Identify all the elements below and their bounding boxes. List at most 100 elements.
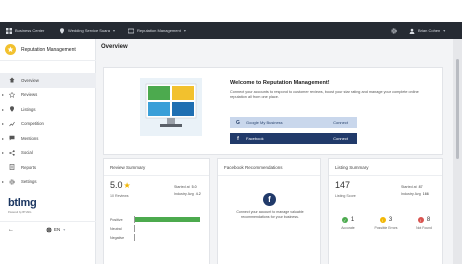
chevron-down-icon: ▾ [63, 227, 66, 232]
warning-icon: ! [379, 217, 386, 223]
sidebar-menu: Overview ▸ Reviews ▸ Listings ▸ Competit… [0, 73, 96, 189]
chat-icon [9, 135, 15, 141]
sentiment-row-neutral: Neutral [110, 225, 206, 232]
pin-icon [9, 106, 15, 113]
main-content: Overview Welcome to Reputation Managemen… [96, 39, 453, 264]
sidebar-item-social[interactable]: ▸ Social [0, 146, 96, 161]
sentiment-label: Positive [110, 217, 123, 222]
product-selector[interactable]: Reputation Management ▾ [128, 22, 186, 39]
business-center-link[interactable]: Business Center [6, 22, 44, 39]
card-title: Listing Summary [335, 165, 369, 170]
sidebar-item-mentions[interactable]: ▸ Mentions [0, 131, 96, 146]
location-selector[interactable]: Wedding Service Suara ▾ [59, 22, 115, 39]
card-title: Facebook Recommendations [224, 165, 283, 170]
sidebar-item-label: Social [21, 150, 33, 156]
connect-google-button[interactable]: G Google My Business Connect [230, 117, 357, 128]
stat-value: 166 [422, 192, 429, 196]
monitor-dashboard-illustration [140, 78, 202, 136]
listing-score-label: Listing Score [335, 194, 356, 198]
stat-label: Started at [401, 185, 417, 189]
chevron-right-icon: ▸ [2, 179, 5, 185]
axis-tick [134, 234, 135, 241]
chevron-down-icon: ▾ [112, 28, 115, 33]
language-selector[interactable]: EN ▾ [46, 226, 66, 233]
error-icon: ! [417, 217, 424, 223]
facebook-label: Facebook [246, 136, 264, 141]
metric-not-found[interactable]: ! 8 Not Found [407, 217, 441, 230]
user-menu[interactable]: Brian Cohen ▾ [409, 22, 445, 39]
stat-value: 4.2 [195, 192, 201, 196]
listing-summary-card[interactable]: Listing Summary 147 Listing Score Starte… [328, 158, 443, 264]
sidebar-item-settings[interactable]: ▸ Settings [0, 175, 96, 190]
user-name: Brian Cohen [418, 28, 441, 33]
sidebar-item-label: Listings [21, 106, 36, 112]
started-at-stat: Started at 87 [401, 185, 423, 189]
facebook-recommendations-card[interactable]: Facebook Recommendations f Connect your … [217, 158, 321, 264]
sidebar-title: Reputation Management [21, 46, 76, 53]
page-title: Overview [101, 44, 128, 50]
sidebar-item-reports[interactable]: Reports [0, 160, 96, 175]
google-connect-label: Connect [333, 120, 348, 125]
sentiment-row-negative: Negative [110, 234, 206, 241]
sidebar-item-listings[interactable]: ▸ Listings [0, 102, 96, 117]
chevron-right-icon: ▸ [2, 106, 5, 112]
chevron-right-icon: ▸ [2, 121, 5, 127]
settings-button[interactable] [391, 22, 400, 39]
axis-tick [134, 216, 135, 223]
review-score: 5.0 ★ [110, 180, 131, 190]
sidebar-item-reviews[interactable]: ▸ Reviews [0, 88, 96, 103]
sidebar-item-label: Reviews [21, 92, 38, 98]
chevron-right-icon: ▸ [2, 92, 5, 98]
grid-icon [6, 27, 12, 34]
stat-label: Industry Avg [174, 192, 194, 196]
stat-label: Started at [174, 185, 190, 189]
facebook-connect-label: Connect [333, 136, 348, 141]
metric-value: 1 [350, 217, 355, 223]
metric-possible-errors[interactable]: ! 3 Possible Errors [369, 217, 403, 230]
sidebar-item-label: Overview [21, 77, 39, 83]
sidebar-item-label: Mentions [21, 135, 39, 141]
sentiment-row-positive: Positive [110, 216, 206, 223]
connect-facebook-button[interactable]: f Facebook Connect [230, 133, 357, 144]
language-label: EN [54, 227, 61, 232]
back-arrow-icon[interactable]: ← [8, 227, 14, 233]
star-icon [9, 91, 15, 98]
chevron-down-icon: ▾ [443, 28, 446, 33]
review-score-value: 5.0 [110, 180, 123, 190]
globe-icon [46, 226, 52, 233]
metric-accurate[interactable]: ✓ 1 Accurate [331, 217, 365, 230]
stat-value: 5.0 [191, 185, 197, 189]
stat-value: 87 [418, 185, 423, 189]
chevron-right-icon: ▸ [2, 150, 5, 156]
industry-avg-stat: Industry Avg 4.2 [174, 192, 201, 196]
brand-logo: btlmg [8, 197, 37, 209]
google-label: Google My Business [246, 120, 283, 125]
location-label: Wedding Service Suara [68, 28, 110, 33]
axis-tick [134, 225, 135, 232]
gear-icon [9, 179, 15, 185]
product-label: Reputation Management [137, 28, 181, 33]
sidebar: Reputation Management Overview ▸ Reviews… [0, 39, 96, 264]
facebook-icon: f [263, 193, 276, 206]
metric-value: 3 [388, 217, 393, 223]
sidebar-header: Reputation Management [0, 39, 96, 61]
welcome-description: Connect your accounts to respond to cust… [230, 90, 419, 99]
sidebar-item-overview[interactable]: Overview [0, 73, 96, 88]
divider [218, 175, 320, 176]
sentiment-bar [134, 217, 200, 222]
gear-icon [391, 27, 397, 34]
review-count: 10 Reviews [110, 194, 129, 198]
page-scrollbar[interactable] [453, 39, 462, 264]
listing-score: 147 [335, 180, 351, 190]
metric-label: Accurate [341, 226, 355, 230]
divider [329, 175, 442, 176]
review-summary-card[interactable]: Review Summary 5.0 ★ 10 Reviews Started … [103, 158, 210, 264]
sidebar-item-competition[interactable]: ▸ Competition [0, 117, 96, 132]
scrollbar-thumb[interactable] [456, 59, 459, 159]
metric-value: 8 [426, 217, 431, 223]
business-center-label: Business Center [15, 28, 45, 33]
welcome-card: Welcome to Reputation Management! Connec… [103, 67, 443, 155]
started-at-stat: Started at 5.0 [174, 185, 197, 189]
sentiment-label: Negative [110, 235, 125, 240]
star-icon: ★ [123, 180, 131, 190]
